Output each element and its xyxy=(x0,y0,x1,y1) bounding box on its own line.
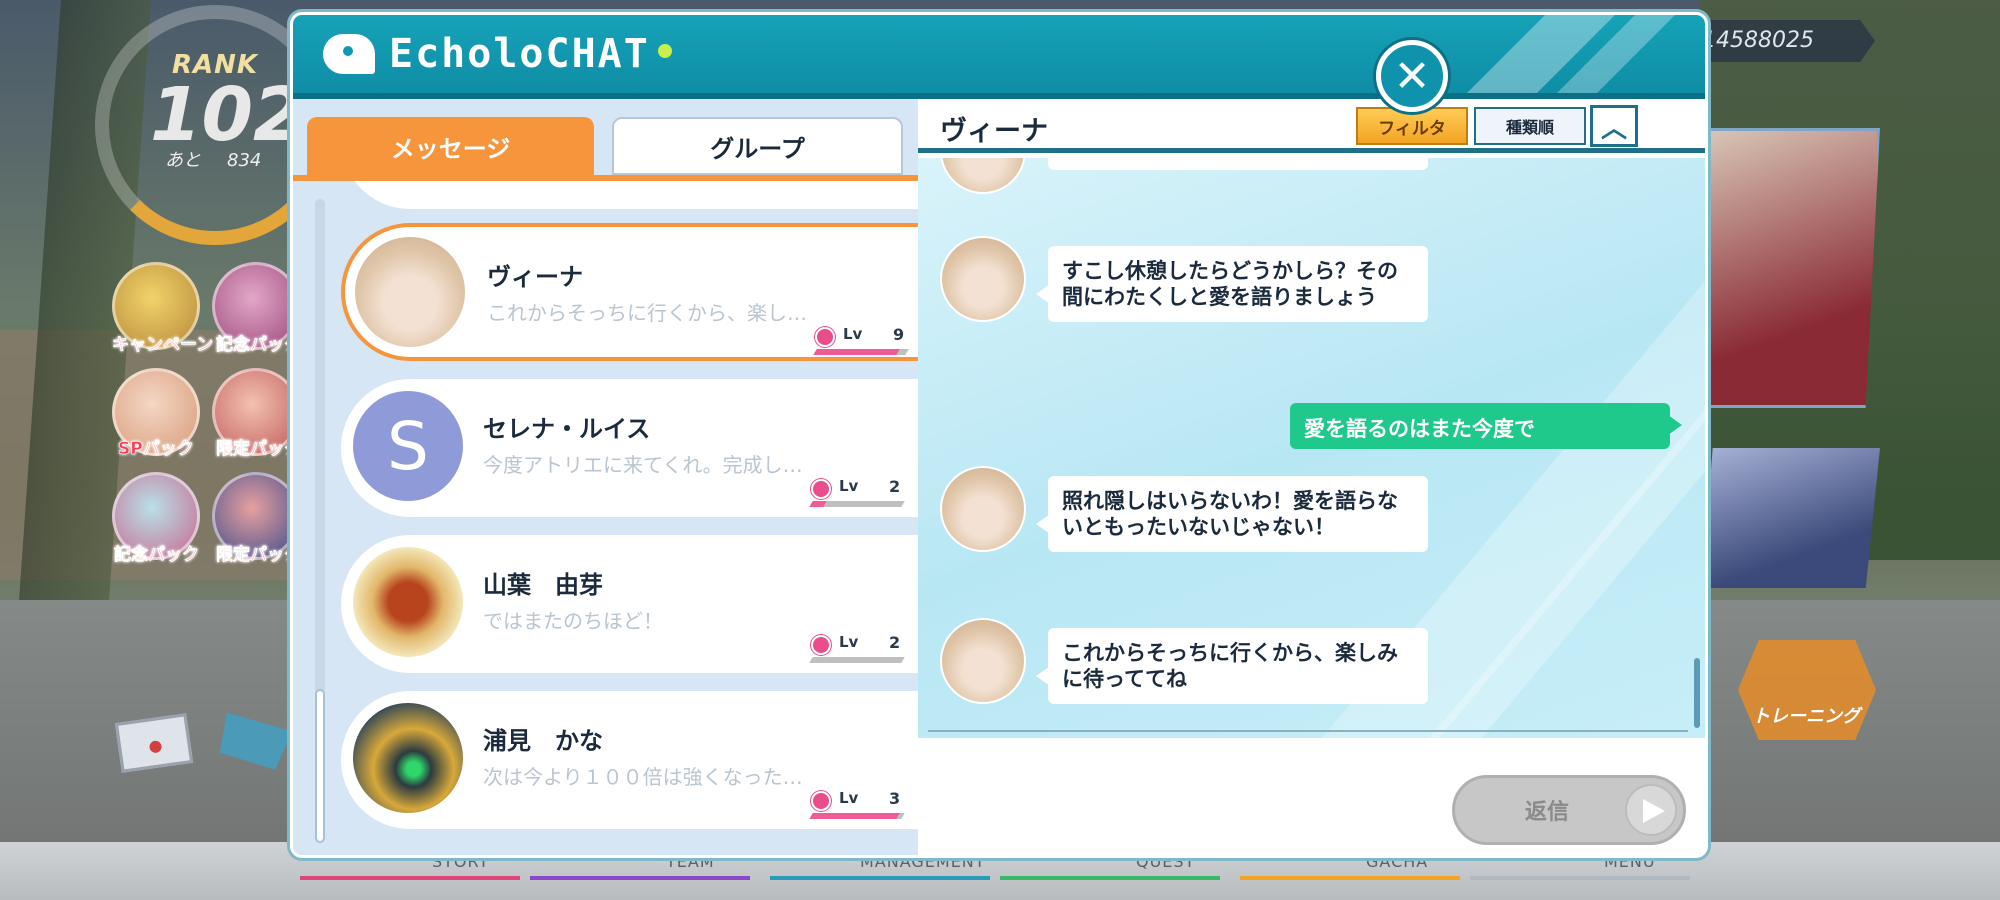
partner-avatar xyxy=(940,236,1026,322)
avatar: S xyxy=(353,391,463,501)
list-scroll-thumb[interactable] xyxy=(315,689,325,843)
heart-icon xyxy=(811,791,831,811)
level-value: 2 xyxy=(889,477,901,496)
message-bubble-partial xyxy=(1048,158,1428,170)
training-label: トレーニング xyxy=(1752,706,1860,727)
tab-messages[interactable]: メッセージ xyxy=(307,117,594,175)
filter-button[interactable]: フィルタ xyxy=(1356,107,1468,145)
list-item-partial[interactable] xyxy=(341,181,918,209)
app-title: EcholoCHAT xyxy=(389,31,650,77)
tab-groups[interactable]: グループ xyxy=(612,117,903,175)
rank-next-label: あと xyxy=(165,150,201,171)
chat-header: EcholoCHAT xyxy=(293,15,1705,99)
contact-name: ヴィーナ xyxy=(487,263,583,291)
limited-pack-label: 限定パック xyxy=(216,439,302,460)
character-portrait-banner[interactable] xyxy=(1700,128,1880,408)
sp-pack-label: SPパック xyxy=(118,439,194,460)
affinity-bar xyxy=(809,813,905,819)
contact-item-vina[interactable]: ヴィーナ これからそっちに行くから、楽し… Lv 9 xyxy=(341,223,918,361)
heart-icon xyxy=(815,327,835,347)
message-bubble: 照れ隠しはいらないわ！愛を語らないともったいないじゃない！ xyxy=(1036,476,1428,552)
partner-avatar xyxy=(940,618,1026,704)
message-bubble: すこし休憩したらどうかしら？その間にわたくしと愛を語りましょう xyxy=(1036,246,1428,322)
affinity-level: Lv 9 xyxy=(813,325,909,355)
message-bubble: これからそっちに行くから、楽しみに待っててね xyxy=(1036,628,1428,704)
logo-dot-icon xyxy=(657,44,672,58)
affinity-bar xyxy=(813,349,909,355)
partner-avatar xyxy=(940,466,1026,552)
conversation-header: ヴィーナ フィルタ 種類順 ︿ xyxy=(918,99,1705,153)
currency-counter: 14588025 xyxy=(1690,20,1875,62)
reply-button[interactable]: 返信 xyxy=(1452,775,1686,845)
limited-pack-2-label: 限定パック xyxy=(216,545,302,566)
affinity-level: Lv 2 xyxy=(809,633,905,663)
conversation-panel: ヴィーナ フィルタ 種類順 ︿ すこし休憩したらどうかしら？その間にわたくしと愛… xyxy=(918,99,1705,855)
heart-icon xyxy=(811,479,831,499)
sort-button[interactable]: 種類順 xyxy=(1474,107,1586,145)
memorial-pack-label: 記念パック xyxy=(216,335,302,356)
conversation-partner-name: ヴィーナ xyxy=(940,116,1048,147)
contact-item-urami[interactable]: 浦見 かな 次は今より１００倍は強くなった… Lv 3 xyxy=(341,691,918,829)
contact-name: セレナ・ルイス xyxy=(483,415,651,443)
contact-item-selena[interactable]: S セレナ・ルイス 今度アトリエに来てくれ。完成し… Lv 2 xyxy=(341,379,918,517)
chevron-up-icon[interactable]: ︿ xyxy=(1590,105,1638,147)
avatar xyxy=(353,703,463,813)
character-portrait-banner-2[interactable] xyxy=(1702,448,1880,588)
level-value: 2 xyxy=(889,633,901,652)
reply-label: 返信 xyxy=(1525,800,1570,825)
mail-icon[interactable] xyxy=(114,713,194,773)
level-value: 3 xyxy=(889,789,901,808)
affinity-bar xyxy=(809,657,905,663)
message-area[interactable]: すこし休憩したらどうかしら？その間にわたくしと愛を語りましょう 愛を語るのはまた… xyxy=(918,158,1705,738)
partner-avatar xyxy=(940,158,1026,194)
heart-icon xyxy=(811,635,831,655)
contact-list: ヴィーナ これからそっちに行くから、楽し… Lv 9 S セレナ・ルイス 今度ア… xyxy=(341,181,918,855)
message-scrollbar[interactable] xyxy=(1694,658,1700,728)
contact-list-panel: メッセージ グループ ヴィーナ これからそっちに行くから、楽し… Lv 9 S … xyxy=(293,99,918,855)
campaign-label: キャンペーン xyxy=(112,335,214,356)
app-logo: EcholoCHAT xyxy=(323,31,672,77)
level-value: 9 xyxy=(893,325,905,344)
affinity-bar xyxy=(809,501,905,507)
contact-preview: 次は今より１００倍は強くなった… xyxy=(483,765,803,789)
my-message-bubble: 愛を語るのはまた今度で xyxy=(1290,403,1682,449)
chat-modal: EcholoCHAT メッセージ グループ ヴィーナ これからそっちに行くから、… xyxy=(290,12,1708,858)
contact-name: 山葉 由芽 xyxy=(483,571,603,599)
rank-next-value: 834 xyxy=(227,150,262,171)
echolo-logo-icon xyxy=(323,34,375,74)
rank-next: あと 834 xyxy=(165,146,261,172)
affinity-level: Lv 2 xyxy=(809,477,905,507)
send-arrow-icon xyxy=(1625,784,1677,836)
affinity-level: Lv 3 xyxy=(809,789,905,819)
contact-preview: ではまたのちほど！ xyxy=(483,609,663,633)
training-button[interactable]: トレーニング xyxy=(1738,640,1876,740)
contact-item-yamaha[interactable]: 山葉 由芽 ではまたのちほど！ Lv 2 xyxy=(341,535,918,673)
close-button[interactable]: ✕ xyxy=(1376,40,1448,112)
avatar xyxy=(355,237,465,347)
avatar xyxy=(353,547,463,657)
contact-preview: 今度アトリエに来てくれ。完成し… xyxy=(483,453,803,477)
contact-preview: これからそっちに行くから、楽し… xyxy=(487,301,807,325)
chat-tabs: メッセージ グループ xyxy=(307,117,903,175)
memorial-pack-2-label: 記念パック xyxy=(114,545,200,566)
contact-name: 浦見 かな xyxy=(483,727,603,755)
